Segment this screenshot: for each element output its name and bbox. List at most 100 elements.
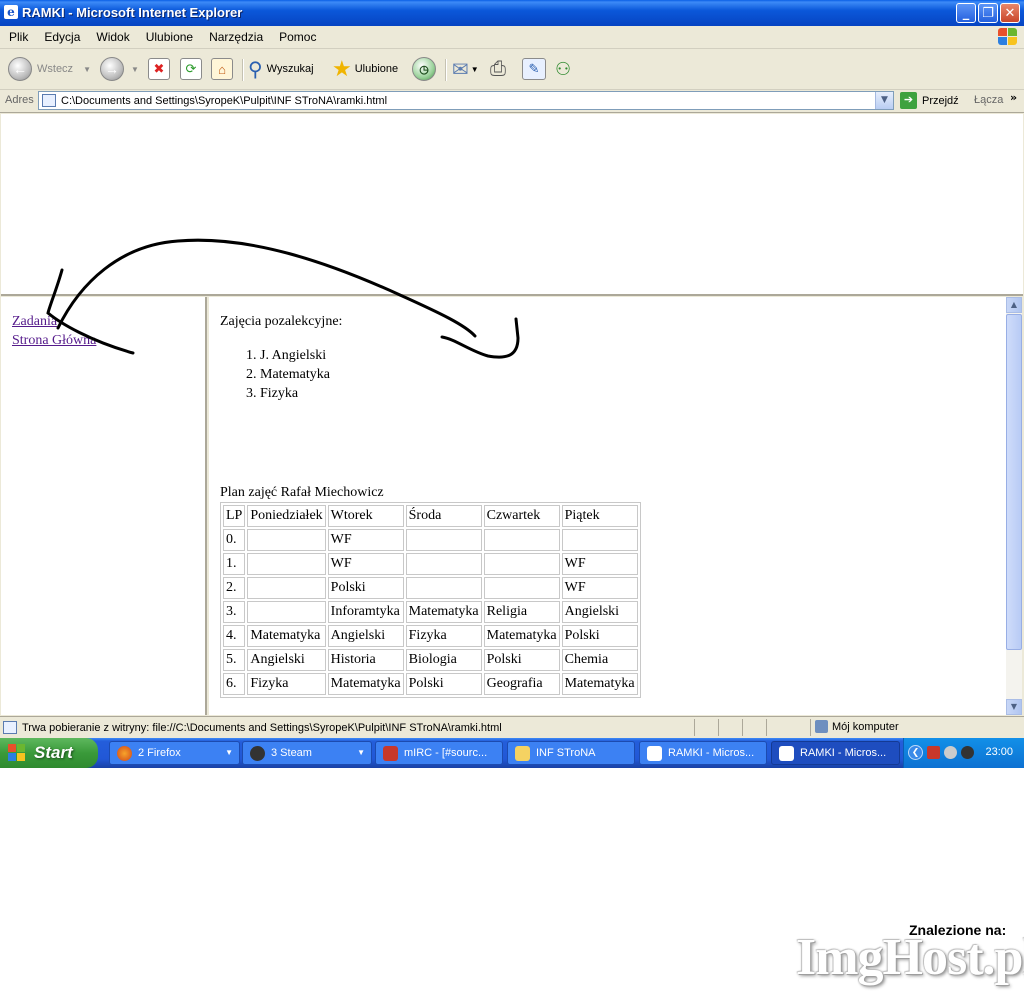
- mirc-icon: [383, 745, 398, 761]
- table-cell: Chemia: [561, 649, 638, 671]
- vertical-scrollbar[interactable]: ▲ ▼: [1006, 297, 1022, 715]
- table-cell: [405, 529, 482, 551]
- steam-tray-icon[interactable]: [961, 746, 974, 759]
- menu-tools[interactable]: Narzędzia: [200, 26, 270, 44]
- task-label: RAMKI - Micros...: [800, 747, 887, 759]
- table-cell: Matematyka: [483, 625, 560, 647]
- stop-button[interactable]: ✖: [148, 56, 170, 82]
- table-cell: Matematyka: [405, 601, 482, 623]
- table-cell: [247, 553, 326, 575]
- refresh-button[interactable]: ⟳: [180, 56, 202, 82]
- table-cell: Fizyka: [405, 625, 482, 647]
- table-cell: [483, 577, 560, 599]
- table-cell: Biologia: [405, 649, 482, 671]
- maximize-button[interactable]: ❐: [978, 3, 998, 23]
- task-ie-1[interactable]: RAMKI - Micros...: [639, 741, 767, 765]
- table-cell: [405, 553, 482, 575]
- ie-icon: e: [4, 5, 18, 19]
- list-item: Matematyka: [260, 365, 342, 384]
- column-header: LP: [223, 505, 246, 527]
- computer-icon: [815, 720, 828, 733]
- table-cell: Fizyka: [247, 673, 326, 695]
- menu-bar: Plik Edycja Widok Ulubione Narzędzia Pomoc: [0, 26, 1024, 49]
- go-arrow-icon: ➔: [900, 92, 917, 109]
- table-cell: Matematyka: [247, 625, 326, 647]
- system-tray: ❮ 23:00: [903, 738, 1024, 768]
- task-ie-2[interactable]: RAMKI - Micros...: [771, 741, 900, 765]
- search-icon: ⚲: [248, 58, 263, 81]
- scroll-down-icon[interactable]: ▼: [1006, 699, 1022, 715]
- back-label: Wstecz: [37, 63, 74, 75]
- stop-icon: ✖: [148, 58, 170, 80]
- mail-icon: ✉: [452, 58, 469, 81]
- chevron-down-icon: ▼: [470, 64, 479, 74]
- table-cell: Angielski: [327, 625, 404, 647]
- forward-button[interactable]: → ▼: [100, 56, 139, 82]
- table-cell: 6.: [223, 673, 246, 695]
- table-cell: [483, 553, 560, 575]
- search-label: Wyszukaj: [266, 63, 314, 75]
- favorites-button[interactable]: ★ Ulubione: [332, 56, 398, 82]
- table-row: 4. Matematyka Angielski Fizyka Matematyk…: [223, 625, 638, 647]
- history-button[interactable]: ◷: [412, 56, 436, 82]
- ie-icon: [779, 745, 794, 761]
- task-label: RAMKI - Micros...: [668, 747, 755, 759]
- start-button[interactable]: Start: [0, 738, 98, 768]
- task-firefox[interactable]: 2 Firefox ▼: [109, 741, 240, 765]
- task-mirc[interactable]: mIRC - [#sourc...: [375, 741, 503, 765]
- table-cell: [247, 601, 326, 623]
- status-divider: [766, 719, 767, 736]
- close-button[interactable]: ✕: [1000, 3, 1020, 23]
- taskbar: Start 2 Firefox ▼ 3 Steam ▼ mIRC - [#sou…: [0, 738, 1024, 768]
- table-row: 2. Polski WF: [223, 577, 638, 599]
- task-folder[interactable]: INF STroNA: [507, 741, 635, 765]
- refresh-icon: ⟳: [180, 58, 202, 80]
- home-button[interactable]: ⌂: [211, 56, 233, 82]
- mail-button[interactable]: ✉ ▼: [452, 56, 479, 82]
- home-icon: ⌂: [211, 58, 233, 80]
- toolbar: ← Wstecz ▼ → ▼ ✖ ⟳ ⌂ ⚲ Wyszukaj ★ Ulubio…: [0, 49, 1024, 90]
- task-label: 2 Firefox: [138, 747, 181, 759]
- edit-button[interactable]: ✎: [522, 56, 546, 82]
- menu-file[interactable]: Plik: [0, 26, 35, 44]
- menu-favorites[interactable]: Ulubione: [137, 26, 200, 44]
- clock: 23:00: [985, 746, 1013, 758]
- star-icon: ★: [332, 56, 352, 81]
- table-cell: Polski: [405, 673, 482, 695]
- address-input[interactable]: C:\Documents and Settings\SyropeK\Pulpit…: [38, 91, 894, 110]
- column-header: Piątek: [561, 505, 638, 527]
- list-item: Fizyka: [260, 384, 342, 403]
- table-cell: WF: [561, 577, 638, 599]
- table-cell: 0.: [223, 529, 246, 551]
- status-divider: [810, 719, 811, 736]
- table-cell: [561, 529, 638, 551]
- menu-view[interactable]: Widok: [87, 26, 136, 44]
- column-header: Poniedziałek: [247, 505, 326, 527]
- menu-help[interactable]: Pomoc: [270, 26, 323, 44]
- table-row: 5. Angielski Historia Biologia Polski Ch…: [223, 649, 638, 671]
- column-header: Czwartek: [483, 505, 560, 527]
- table-cell: 3.: [223, 601, 246, 623]
- page-icon: [3, 721, 17, 734]
- scroll-thumb[interactable]: [1006, 314, 1022, 650]
- task-steam[interactable]: 3 Steam ▼: [242, 741, 372, 765]
- hand-drawn-arrow-icon: [46, 238, 520, 359]
- print-icon: ⎙: [490, 57, 506, 80]
- print-button[interactable]: ⎙: [490, 56, 506, 82]
- messenger-button[interactable]: ⚇: [555, 56, 571, 82]
- network-tray-icon[interactable]: [944, 746, 957, 759]
- table-cell: Geografia: [483, 673, 560, 695]
- status-bar: Trwa pobieranie z witryny: file://C:\Doc…: [0, 716, 1024, 739]
- chevron-left-icon[interactable]: ❮: [908, 745, 923, 760]
- chevron-down-icon[interactable]: ▼: [875, 92, 893, 109]
- menu-edit[interactable]: Edycja: [35, 26, 87, 44]
- search-button[interactable]: ⚲ Wyszukaj: [248, 56, 314, 82]
- plan-title: Plan zajęć Rafał Miechowicz: [220, 485, 384, 500]
- links-label[interactable]: Łącza: [974, 94, 1003, 106]
- scroll-up-icon[interactable]: ▲: [1006, 297, 1022, 313]
- back-button[interactable]: ← Wstecz ▼: [8, 56, 91, 82]
- minimize-button[interactable]: _: [956, 3, 976, 23]
- mirc-tray-icon[interactable]: [927, 746, 940, 759]
- go-button[interactable]: ➔ Przejdź: [900, 92, 959, 109]
- more-chevron-icon[interactable]: »: [1010, 91, 1017, 104]
